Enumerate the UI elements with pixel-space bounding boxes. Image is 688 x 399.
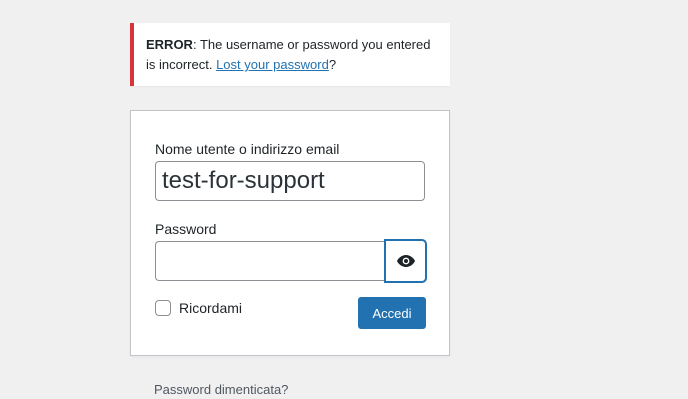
error-trailing: ? [328, 57, 337, 72]
eye-icon [396, 255, 415, 267]
username-input[interactable] [155, 161, 425, 201]
login-error-notice: ERROR: The username or password you ente… [130, 23, 450, 86]
password-input[interactable] [155, 241, 386, 281]
username-label: Nome utente o indirizzo email [155, 141, 340, 157]
lost-password-link[interactable]: Password dimenticata? [154, 381, 288, 399]
lost-password-notice-link[interactable]: Lost your password [216, 57, 329, 72]
error-label: ERROR [146, 37, 193, 52]
remember-checkbox[interactable] [155, 300, 171, 316]
login-form: Nome utente o indirizzo email Password R… [130, 110, 450, 356]
login-submit-button[interactable]: Accedi [358, 297, 426, 329]
password-label: Password [155, 221, 217, 237]
remember-me[interactable]: Ricordami [155, 300, 242, 316]
remember-label: Ricordami [179, 300, 243, 316]
show-password-button[interactable] [385, 240, 426, 282]
